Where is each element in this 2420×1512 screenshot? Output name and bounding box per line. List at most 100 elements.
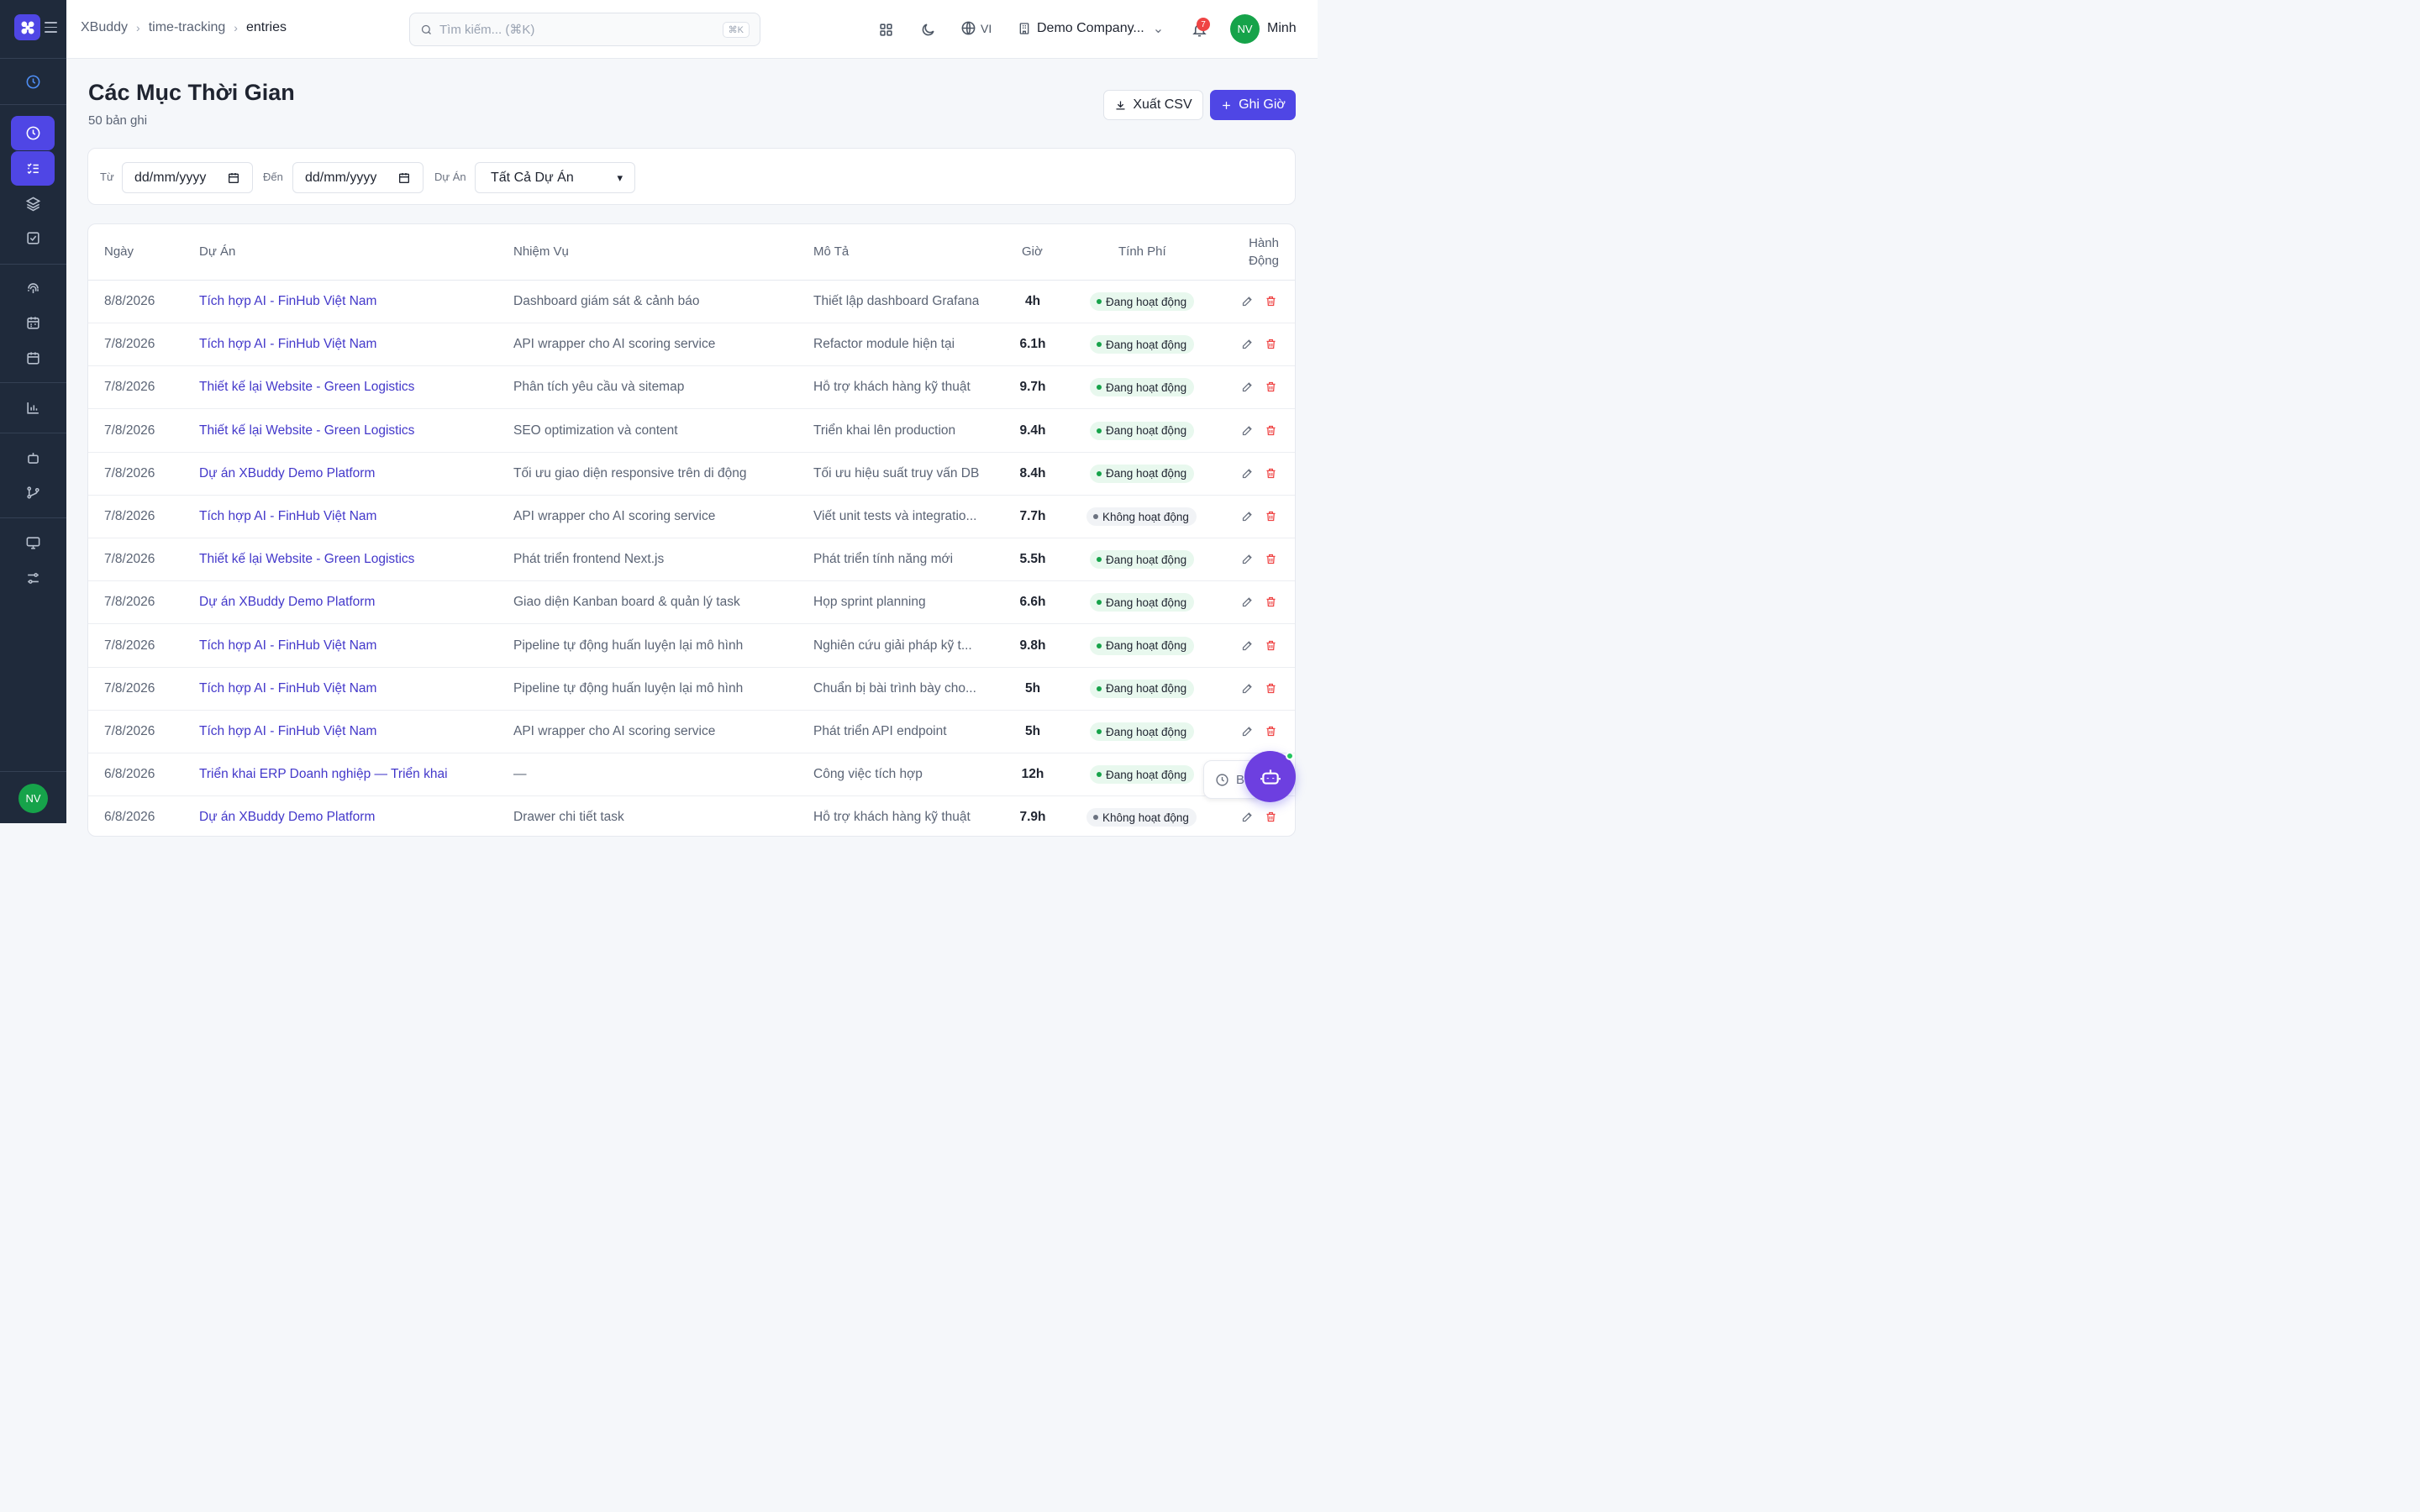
company-switcher[interactable]: Demo Company... ⌄ — [1018, 20, 1164, 37]
project-select[interactable]: Tất Cả Dự Án ▾ — [475, 162, 635, 193]
delete-icon[interactable] — [1265, 467, 1278, 480]
entry-description: Triển khai lên production — [813, 423, 956, 438]
entry-project-link[interactable]: Tích hợp AI - FinHub Việt Nam — [199, 724, 376, 739]
fingerprint-icon[interactable] — [22, 277, 44, 299]
robot-icon — [1260, 769, 1281, 785]
entry-date: 6/8/2026 — [104, 767, 155, 782]
top-header: XBuddy › time-tracking › entries Tìm kiế… — [66, 0, 1318, 59]
bar-chart-icon[interactable] — [22, 396, 44, 418]
entry-project-link[interactable]: Tích hợp AI - FinHub Việt Nam — [199, 294, 376, 309]
entry-description: Refactor module hiện tại — [813, 337, 955, 352]
entry-project-link[interactable]: Tích hợp AI - FinHub Việt Nam — [199, 638, 376, 654]
delete-icon[interactable] — [1265, 338, 1278, 351]
to-date-field[interactable]: dd/mm/yyyy — [292, 162, 424, 193]
delete-icon[interactable] — [1265, 381, 1278, 394]
edit-icon[interactable] — [1241, 510, 1255, 523]
status-dot — [1097, 470, 1102, 476]
status-badge: Đang hoạt động — [1090, 765, 1195, 785]
delete-icon[interactable] — [1265, 725, 1278, 738]
table-row: 7/8/2026 Thiết kế lại Website - Green Log… — [88, 410, 1295, 453]
status-label: Đang hoạt động — [1106, 381, 1187, 394]
entry-hours: 12h — [1021, 767, 1044, 782]
status-label: Đang hoạt động — [1106, 467, 1187, 480]
entry-project-link[interactable]: Tích hợp AI - FinHub Việt Nam — [199, 509, 376, 524]
status-badge: Đang hoạt động — [1090, 636, 1195, 655]
entry-project-link[interactable]: Dự án XBuddy Demo Platform — [199, 466, 375, 481]
entry-description: Nghiên cứu giải pháp kỹ t... — [813, 638, 972, 653]
entry-project-link[interactable]: Tích hợp AI - FinHub Việt Nam — [199, 681, 376, 696]
user-name[interactable]: Minh — [1267, 21, 1297, 36]
git-branch-icon[interactable] — [22, 481, 44, 503]
sidebar-item-time-tracking[interactable] — [11, 116, 55, 150]
entry-project-link[interactable]: Dự án XBuddy Demo Platform — [199, 595, 375, 610]
breadcrumb-item-time-tracking[interactable]: time-tracking — [149, 20, 226, 35]
delete-icon[interactable] — [1265, 596, 1278, 609]
edit-icon[interactable] — [1241, 424, 1255, 438]
entry-hours: 5h — [1024, 680, 1041, 696]
edit-icon[interactable] — [1241, 295, 1255, 308]
column-header-project[interactable]: Dự Án — [199, 244, 235, 259]
entry-project-link[interactable]: Thiết kế lại Website - Green Logistics — [199, 380, 414, 395]
language-switcher[interactable]: VI — [960, 20, 992, 36]
entry-hours: 8.4h — [1019, 465, 1046, 480]
delete-icon[interactable] — [1265, 682, 1278, 696]
calendar-days-icon[interactable] — [22, 312, 44, 333]
calendar-icon[interactable] — [22, 347, 44, 369]
entry-hours: 7.9h — [1019, 810, 1046, 825]
delete-icon[interactable] — [1265, 424, 1278, 438]
entry-project-link[interactable]: Thiết kế lại Website - Green Logistics — [199, 552, 414, 567]
delete-icon[interactable] — [1265, 811, 1278, 824]
column-header-date[interactable]: Ngày — [104, 244, 134, 259]
edit-icon[interactable] — [1241, 682, 1255, 696]
edit-icon[interactable] — [1241, 338, 1255, 351]
chevron-right-icon: › — [136, 21, 140, 34]
clock-icon[interactable] — [22, 71, 44, 92]
from-date-field[interactable]: dd/mm/yyyy — [122, 162, 253, 193]
edit-icon[interactable] — [1241, 381, 1255, 394]
log-hours-button[interactable]: Ghi Giờ — [1210, 90, 1296, 120]
delete-icon[interactable] — [1265, 639, 1278, 653]
entry-project-link[interactable]: Dự án XBuddy Demo Platform — [199, 810, 375, 825]
column-header-billable[interactable]: Tính Phí — [1118, 244, 1166, 259]
checkbox-icon[interactable] — [22, 227, 44, 249]
edit-icon[interactable] — [1241, 467, 1255, 480]
edit-icon[interactable] — [1241, 725, 1255, 738]
entry-project-link[interactable]: Thiết kế lại Website - Green Logistics — [199, 423, 414, 438]
sidebar-avatar[interactable]: NV — [18, 784, 48, 813]
status-badge: Không hoạt động — [1086, 507, 1197, 526]
moon-icon[interactable] — [918, 20, 937, 39]
status-label: Không hoạt động — [1102, 510, 1189, 523]
entry-project-link[interactable]: Triển khai ERP Doanh nghiệp — Triển khai — [199, 767, 448, 782]
delete-icon[interactable] — [1265, 553, 1278, 566]
export-csv-button[interactable]: Xuất CSV — [1103, 90, 1203, 120]
search-placeholder: Tìm kiếm... (⌘K) — [439, 23, 535, 37]
status-badge: Đang hoạt động — [1090, 593, 1195, 612]
delete-icon[interactable] — [1265, 295, 1278, 308]
search-input[interactable]: Tìm kiếm... (⌘K) ⌘K — [409, 13, 760, 46]
project-select-value: Tất Cả Dự Án — [491, 170, 574, 185]
layers-icon[interactable] — [22, 192, 44, 214]
chevron-down-icon: ⌄ — [1152, 22, 1165, 36]
entry-project-link[interactable]: Tích hợp AI - FinHub Việt Nam — [199, 337, 376, 352]
status-dot — [1097, 299, 1102, 304]
edit-icon[interactable] — [1241, 639, 1255, 653]
sidebar-item-entries[interactable] — [11, 151, 55, 186]
edit-icon[interactable] — [1241, 811, 1255, 824]
x-logo-icon[interactable] — [14, 14, 40, 40]
breadcrumb-item-xbuddy[interactable]: XBuddy — [81, 20, 128, 35]
hamburger-icon[interactable] — [45, 22, 57, 36]
avatar[interactable]: NV — [1230, 14, 1260, 44]
edit-icon[interactable] — [1241, 596, 1255, 609]
column-header-hours[interactable]: Giờ — [1022, 244, 1043, 259]
entry-task: Phân tích yêu cầu và sitemap — [513, 380, 685, 395]
column-header-description[interactable]: Mô Tả — [813, 244, 849, 259]
delete-icon[interactable] — [1265, 510, 1278, 523]
column-header-task[interactable]: Nhiệm Vụ — [513, 244, 569, 259]
robot-icon[interactable] — [22, 447, 44, 469]
table-row: 7/8/2026 Tích hợp AI - FinHub Việt Nam API… — [88, 323, 1295, 367]
edit-icon[interactable] — [1241, 553, 1255, 566]
monitor-icon[interactable] — [22, 532, 44, 554]
sliders-icon[interactable] — [22, 567, 44, 589]
entry-task: Dashboard giám sát & cảnh báo — [513, 294, 700, 308]
grid-icon[interactable] — [876, 20, 895, 39]
